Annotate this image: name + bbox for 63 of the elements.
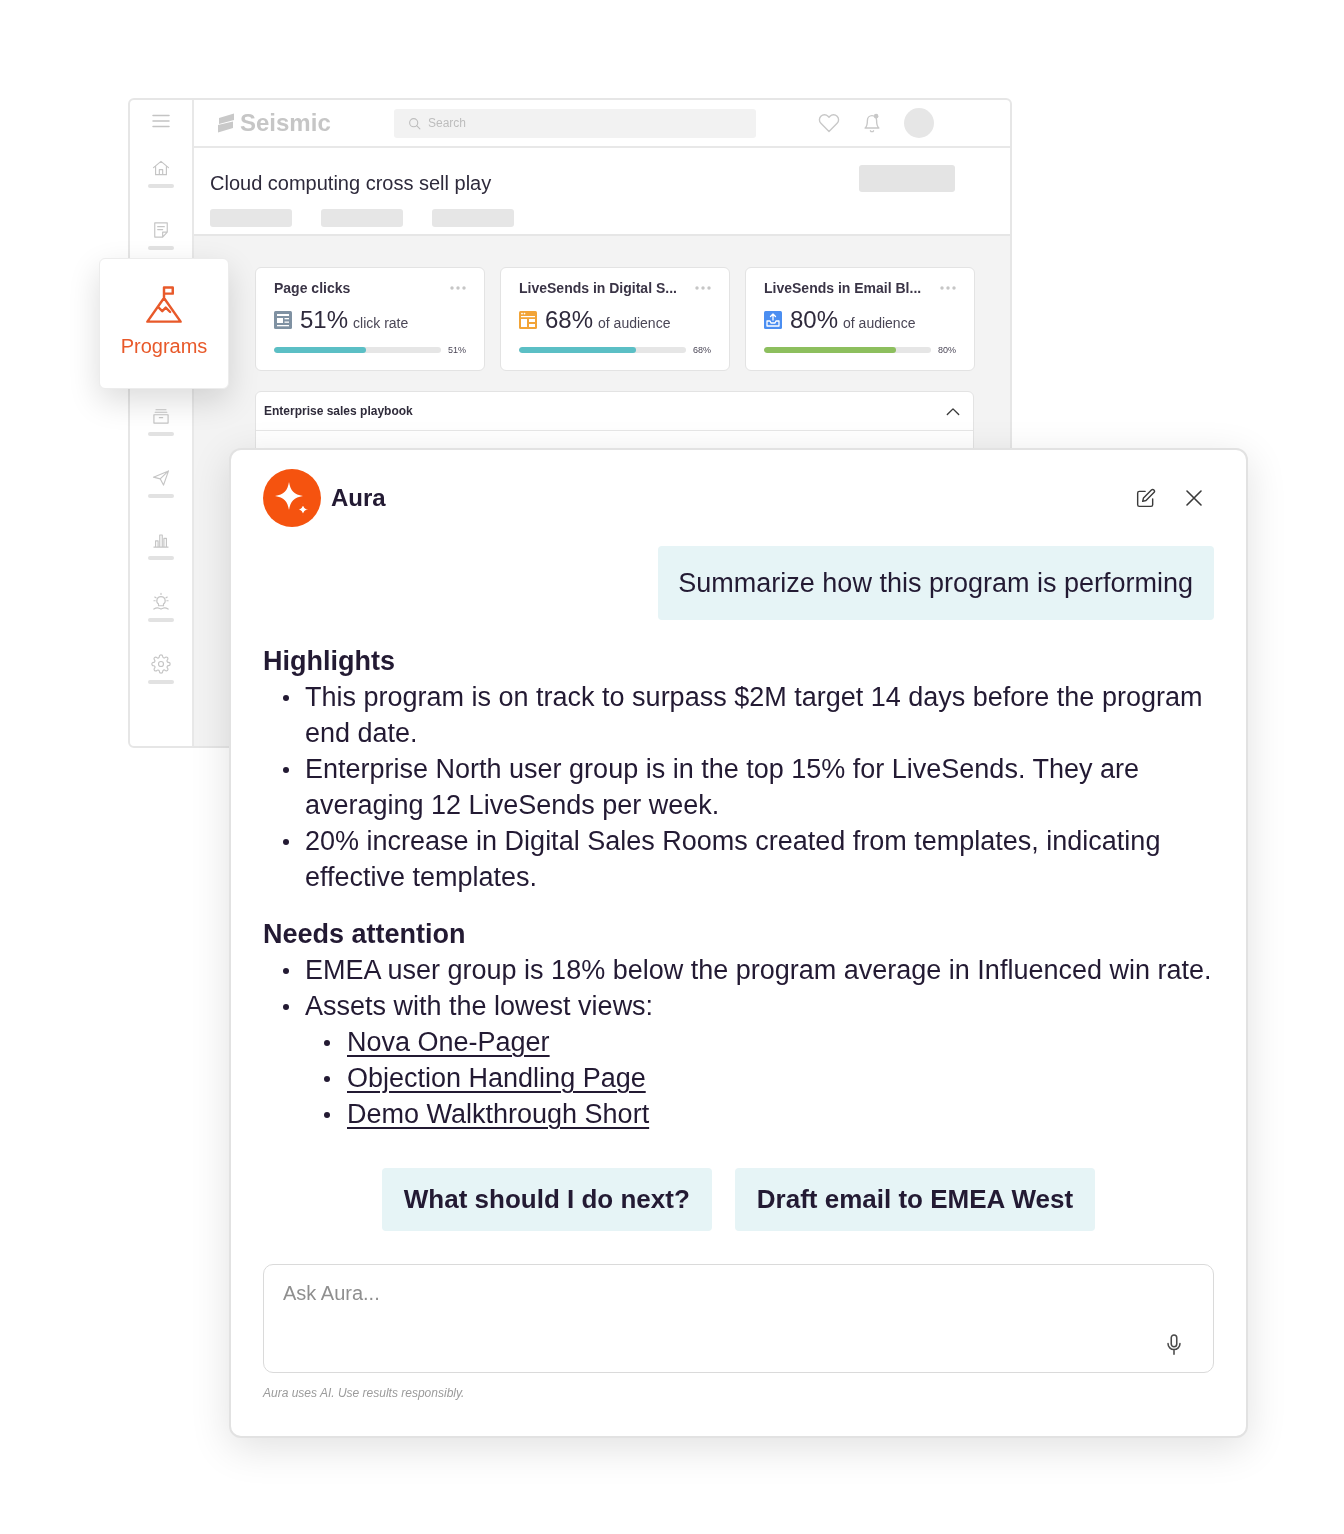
- bullet-icon: [324, 1112, 330, 1118]
- bullet-icon: [324, 1076, 330, 1082]
- lightbulb-icon[interactable]: [151, 592, 171, 612]
- browser-window-icon: [519, 311, 537, 329]
- sparkle-icon: [263, 469, 321, 527]
- inbox-arrow-icon: [764, 311, 782, 329]
- user-message: Summarize how this program is performing: [658, 546, 1214, 620]
- suggestion-button[interactable]: What should I do next?: [381, 1168, 712, 1231]
- avatar[interactable]: [904, 108, 934, 138]
- home-icon[interactable]: [151, 158, 171, 178]
- metric-caption: click rate: [353, 315, 409, 331]
- bullet-icon: [283, 1004, 289, 1010]
- heart-icon[interactable]: [818, 112, 840, 134]
- app-name: Seismic: [240, 109, 331, 137]
- metric-value: 68%: [545, 306, 594, 334]
- section-heading: Needs attention: [263, 918, 467, 951]
- microphone-icon[interactable]: [1166, 1334, 1182, 1356]
- card-title: LiveSends in Digital S...: [519, 280, 677, 296]
- bullet-text: Assets with the lowest views:: [305, 990, 654, 1023]
- nav-flyout-item[interactable]: Programs: [99, 258, 229, 389]
- metric-caption: of audience: [598, 315, 671, 331]
- bullet-text: EMEA user group is 18% below the program average in Influenced win rate.: [305, 954, 1212, 987]
- chevron-up-icon[interactable]: [946, 406, 960, 416]
- bullet-text: Enterprise North user group is in the top 15% for LiveSends. They are averaging 12 LiveSends per week.: [305, 753, 1140, 822]
- newspaper-icon: [274, 311, 292, 329]
- paper-plane-icon[interactable]: [151, 468, 171, 488]
- bullet-icon: [324, 1040, 330, 1046]
- bullet-icon: [283, 767, 289, 773]
- gear-icon[interactable]: [151, 654, 171, 674]
- bullet-icon: [283, 968, 289, 974]
- suggestion-button[interactable]: Draft email to EMEA West: [734, 1168, 1096, 1231]
- edit-icon[interactable]: [1136, 488, 1156, 508]
- panel-title: Enterprise sales playbook: [264, 404, 413, 418]
- metric-value: 51%: [300, 306, 349, 334]
- tray-icon[interactable]: [151, 406, 171, 426]
- more-options-icon[interactable]: [940, 286, 956, 290]
- page-title: Cloud computing cross sell play: [210, 171, 492, 195]
- asset-link[interactable]: Demo Walkthrough Short: [347, 1096, 650, 1132]
- metric-value: 80%: [790, 306, 839, 334]
- more-options-icon[interactable]: [450, 286, 466, 290]
- progress-reading: 68%: [693, 345, 711, 355]
- card-title: LiveSends in Email Bl...: [764, 280, 922, 296]
- logo-icon: [215, 113, 237, 133]
- progress-reading: 80%: [938, 345, 956, 355]
- section-heading: Highlights: [263, 645, 396, 678]
- assistant-title: Aura: [331, 484, 386, 512]
- card-title: Page clicks: [274, 280, 351, 296]
- bullet-icon: [283, 695, 289, 701]
- bullet-icon: [283, 839, 289, 845]
- close-icon[interactable]: [1186, 490, 1202, 506]
- more-options-icon[interactable]: [695, 286, 711, 290]
- mountain-flag-icon[interactable]: [143, 284, 185, 326]
- asset-link[interactable]: Objection Handling Page: [347, 1060, 646, 1096]
- search-icon: [408, 116, 421, 130]
- bullet-text: 20% increase in Digital Sales Rooms created from templates, indicating effective templates.: [305, 825, 1162, 894]
- progress-reading: 51%: [448, 345, 466, 355]
- bullet-text: This program is on track to surpass $2M target 14 days before the program end date.: [305, 681, 1204, 750]
- message-input[interactable]: Ask Aura...: [263, 1264, 1214, 1373]
- document-icon[interactable]: [151, 220, 171, 240]
- metric-caption: of audience: [843, 315, 916, 331]
- menu-icon[interactable]: [152, 114, 170, 128]
- disclaimer-text: Aura uses AI. Use results responsibly.: [263, 1386, 466, 1400]
- asset-link[interactable]: Nova One-Pager: [347, 1024, 550, 1060]
